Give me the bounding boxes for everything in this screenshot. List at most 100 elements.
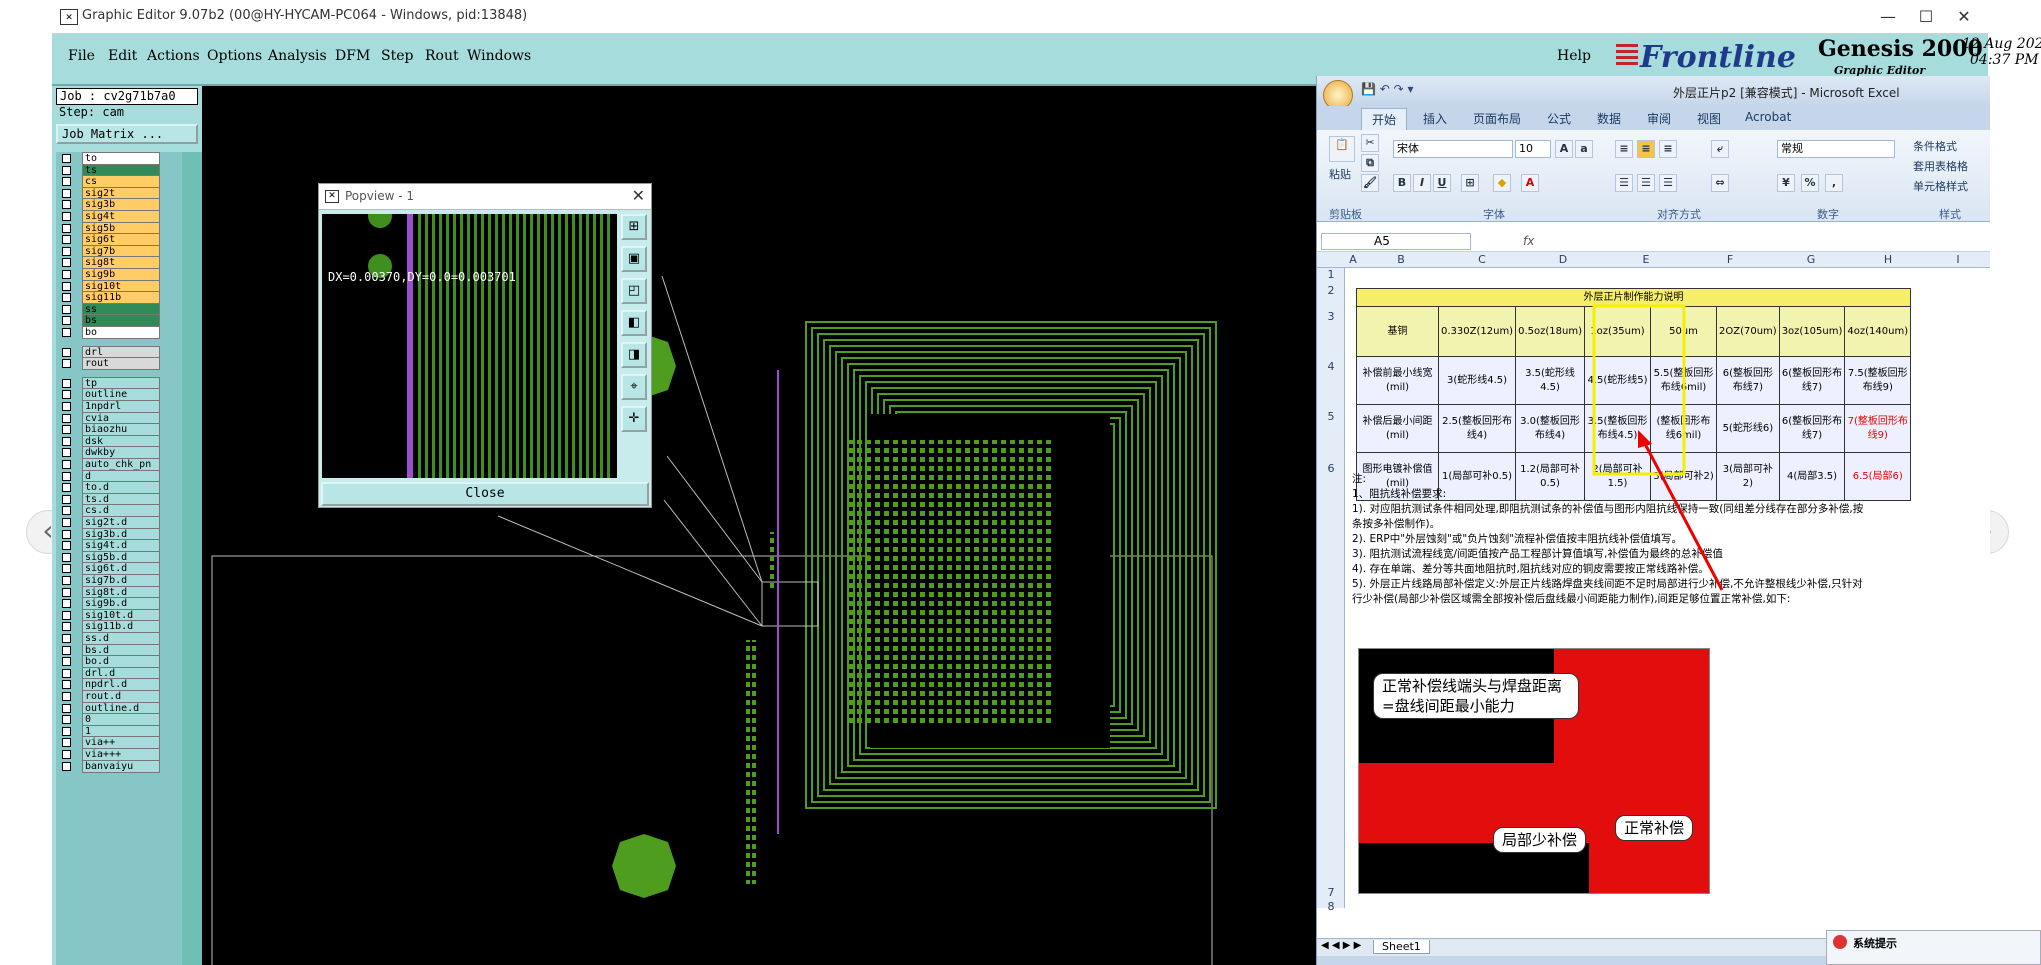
- menu-help[interactable]: Help: [1557, 48, 1591, 64]
- tab-acrobat[interactable]: Acrobat: [1745, 110, 1791, 124]
- sheet-nav-icon[interactable]: ◀ ◀ ▶ ▶: [1321, 940, 1361, 951]
- layer-checkbox[interactable]: [62, 715, 71, 725]
- row-8[interactable]: 8: [1317, 900, 1345, 913]
- menu-rout[interactable]: Rout: [425, 48, 459, 64]
- layer-checkbox[interactable]: [62, 246, 71, 256]
- layer-checkbox[interactable]: [62, 304, 71, 314]
- menu-actions[interactable]: Actions: [147, 48, 200, 64]
- popview-close-icon[interactable]: ✕: [632, 186, 645, 205]
- layer-checkbox[interactable]: [62, 460, 71, 469]
- row-1[interactable]: 1: [1317, 268, 1345, 281]
- layer-checkbox[interactable]: [62, 564, 71, 574]
- layer-name[interactable]: rout: [82, 357, 160, 371]
- format-painter-icon[interactable]: 🖌: [1361, 174, 1379, 192]
- col-g[interactable]: G: [1772, 253, 1850, 266]
- close-icon[interactable]: ✕: [1942, 4, 1986, 30]
- layer-checkbox[interactable]: [62, 471, 71, 481]
- col-b[interactable]: B: [1360, 253, 1442, 266]
- comma-icon[interactable]: ,: [1825, 174, 1843, 192]
- layer-checkbox[interactable]: [62, 448, 71, 458]
- tab-review[interactable]: 审阅: [1647, 110, 1671, 127]
- layer-checkbox[interactable]: [62, 552, 71, 562]
- layer-checkbox[interactable]: [62, 622, 71, 632]
- layer-checkbox[interactable]: [62, 599, 71, 609]
- font-name-select[interactable]: 宋体: [1393, 140, 1513, 158]
- zoom-fit-icon[interactable]: ⊞: [621, 214, 647, 240]
- layer-checkbox[interactable]: [62, 177, 71, 187]
- name-box[interactable]: A5: [1321, 233, 1471, 250]
- layer-checkbox[interactable]: [62, 494, 71, 504]
- layer-checkbox[interactable]: [62, 726, 71, 736]
- menu-analysis[interactable]: Analysis: [268, 48, 327, 64]
- col-f[interactable]: F: [1688, 253, 1772, 266]
- paste-label[interactable]: 粘贴: [1329, 166, 1351, 182]
- menu-windows[interactable]: Windows: [467, 48, 531, 64]
- layer-checkbox[interactable]: [62, 347, 71, 357]
- layer-checkbox[interactable]: [62, 529, 71, 539]
- layer-name[interactable]: banvaiyu: [82, 759, 160, 773]
- align-center-icon[interactable]: ☰: [1637, 174, 1655, 192]
- pan-left-icon[interactable]: ◧: [621, 310, 647, 336]
- tab-insert[interactable]: 插入: [1423, 110, 1447, 127]
- menu-edit[interactable]: Edit: [108, 48, 137, 64]
- system-notice-popup[interactable]: 系统提示: [1826, 930, 2041, 965]
- layer-checkbox[interactable]: [62, 634, 71, 643]
- tab-formulas[interactable]: 公式: [1547, 110, 1571, 127]
- layer-checkbox[interactable]: [62, 645, 71, 655]
- layer-checkbox[interactable]: [62, 587, 71, 597]
- fill-color-icon[interactable]: ◆: [1493, 174, 1511, 192]
- sheet-tab-sheet1[interactable]: Sheet1: [1373, 940, 1430, 954]
- layer-row[interactable]: bo: [56, 326, 202, 340]
- percent-icon[interactable]: %: [1801, 174, 1819, 192]
- row-5[interactable]: 5: [1317, 410, 1345, 423]
- layer-checkbox[interactable]: [62, 506, 71, 516]
- font-color-icon[interactable]: A: [1521, 174, 1539, 192]
- popview-canvas[interactable]: DX=0.00370,DY=0.0=0.003701: [322, 214, 617, 478]
- layer-checkbox[interactable]: [62, 390, 71, 400]
- layer-checkbox[interactable]: [62, 293, 71, 303]
- format-as-table-button[interactable]: 套用表格格: [1913, 158, 1968, 174]
- layer-checkbox[interactable]: [62, 316, 71, 326]
- row-6[interactable]: 6: [1317, 462, 1345, 475]
- layer-checkbox[interactable]: [62, 692, 71, 701]
- layer-checkbox[interactable]: [62, 188, 71, 198]
- layer-checkbox[interactable]: [62, 270, 71, 279]
- layer-checkbox[interactable]: [62, 761, 71, 771]
- layer-checkbox[interactable]: [62, 436, 71, 446]
- col-i[interactable]: I: [1926, 253, 1990, 266]
- row-4[interactable]: 4: [1317, 360, 1345, 373]
- layer-checkbox[interactable]: [62, 281, 71, 291]
- align-right-icon[interactable]: ☰: [1659, 174, 1677, 192]
- menu-options[interactable]: Options: [207, 48, 262, 64]
- layer-checkbox[interactable]: [62, 668, 71, 678]
- layer-name[interactable]: bo: [82, 326, 160, 339]
- currency-icon[interactable]: ¥: [1777, 174, 1795, 192]
- align-top-icon[interactable]: ≡: [1615, 140, 1633, 158]
- layer-checkbox[interactable]: [62, 610, 71, 620]
- pan-right-icon[interactable]: ◨: [621, 342, 647, 368]
- align-bottom-icon[interactable]: ≡: [1659, 140, 1677, 158]
- underline-icon[interactable]: U: [1433, 174, 1451, 192]
- worksheet[interactable]: 外层正片制作能力说明 基铜 0.330Z(12um) 0.5oz(18um) 1oz(…: [1346, 268, 1990, 908]
- menu-file[interactable]: File: [68, 48, 95, 64]
- layer-checkbox[interactable]: [62, 359, 71, 369]
- col-d[interactable]: D: [1522, 253, 1604, 266]
- layer-row[interactable]: banvaiyu: [56, 759, 202, 774]
- row-2[interactable]: 2: [1317, 284, 1345, 297]
- layer-checkbox[interactable]: [62, 154, 71, 163]
- layer-checkbox[interactable]: [62, 328, 71, 337]
- layer-checkbox[interactable]: [62, 165, 71, 175]
- font-size-select[interactable]: 10: [1515, 140, 1551, 158]
- col-h[interactable]: H: [1850, 253, 1926, 266]
- col-e[interactable]: E: [1604, 253, 1688, 266]
- cut-icon[interactable]: ✂: [1361, 134, 1379, 152]
- align-left-icon[interactable]: ☰: [1615, 174, 1633, 192]
- tab-view[interactable]: 视图: [1697, 110, 1721, 127]
- tab-data[interactable]: 数据: [1597, 110, 1621, 127]
- layer-checkbox[interactable]: [62, 657, 71, 667]
- reset-view-icon[interactable]: ✛: [621, 406, 647, 432]
- copy-icon[interactable]: ⧉: [1361, 154, 1379, 172]
- layer-checkbox[interactable]: [62, 738, 71, 748]
- layer-checkbox[interactable]: [62, 413, 71, 423]
- align-middle-icon[interactable]: ≡: [1637, 140, 1655, 158]
